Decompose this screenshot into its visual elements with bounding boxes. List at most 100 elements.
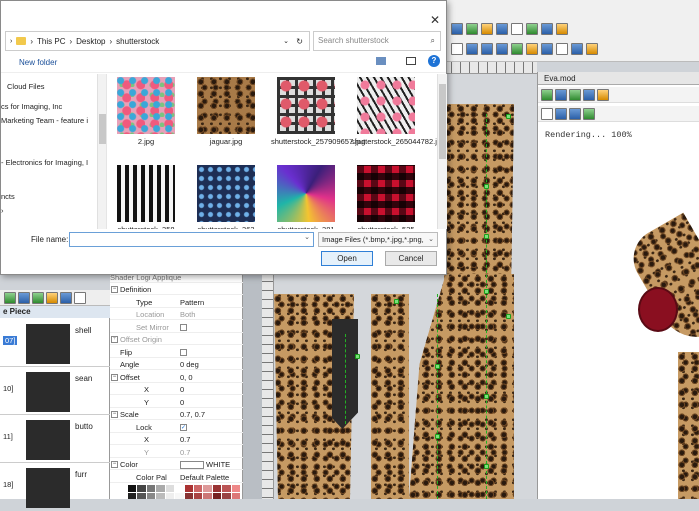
light-icon[interactable]	[597, 88, 609, 101]
copy-icon[interactable]	[74, 291, 86, 304]
refresh-icon[interactable]	[541, 88, 553, 101]
view-options-icon[interactable]	[376, 57, 386, 65]
property-row[interactable]: Y 0.7	[110, 447, 243, 458]
nav-scrollbar[interactable]	[97, 74, 106, 229]
property-row[interactable]: X0	[110, 384, 243, 395]
camera-icon[interactable]	[555, 88, 567, 101]
print-icon[interactable]	[571, 43, 583, 55]
control-point[interactable]	[355, 354, 360, 359]
control-point[interactable]	[484, 394, 489, 399]
brush-icon[interactable]	[46, 291, 58, 304]
front-view-icon[interactable]	[541, 107, 553, 120]
property-row[interactable]: Angle 0 deg	[110, 359, 243, 370]
file-item[interactable]: shutterstock_381	[271, 162, 341, 229]
property-value[interactable]: 0	[180, 397, 184, 408]
control-point[interactable]	[484, 234, 489, 239]
top-view-icon[interactable]	[583, 107, 595, 120]
expand-toggle-icon[interactable]: −	[111, 411, 118, 418]
ruler-icon[interactable]	[511, 23, 523, 35]
text-icon[interactable]	[541, 23, 553, 35]
checkbox-checked[interactable]: ✓	[180, 424, 187, 432]
side-view-icon[interactable]	[555, 107, 567, 120]
property-value[interactable]: Default Palette	[180, 472, 229, 483]
chart-icon[interactable]	[496, 43, 508, 55]
property-row[interactable]: − Scale 0.7, 0.7	[110, 409, 243, 420]
check-icon[interactable]	[32, 291, 44, 304]
property-value[interactable]: 0, 0	[180, 372, 193, 383]
file-item[interactable]: shutterstock_363	[191, 162, 261, 229]
export-icon[interactable]	[541, 43, 553, 55]
chevron-down-icon[interactable]: ⌄	[304, 233, 310, 241]
address-dropdown-icon[interactable]: ⌄	[283, 37, 289, 45]
back-view-icon[interactable]	[569, 107, 581, 120]
view-icon[interactable]	[583, 88, 595, 101]
control-point[interactable]	[435, 434, 440, 439]
nav-item[interactable]: Marketing Team - feature i	[1, 116, 88, 125]
control-point[interactable]	[394, 299, 399, 304]
move-icon[interactable]	[466, 23, 478, 35]
property-value[interactable]: Pattern	[180, 297, 204, 308]
expand-toggle-icon[interactable]: −	[111, 461, 118, 468]
chevron-down-icon[interactable]: ⌄	[428, 233, 434, 246]
property-row[interactable]: − Offset 0, 0	[110, 372, 243, 383]
control-point[interactable]	[484, 184, 489, 189]
expand-toggle-icon[interactable]: +	[111, 336, 118, 343]
page-icon[interactable]	[451, 43, 463, 55]
close-icon[interactable]: ✕	[430, 13, 440, 27]
nav-item[interactable]: - Electronics for Imaging, I	[1, 158, 88, 167]
piece-item[interactable]: 10] sean	[0, 368, 110, 415]
color-swatch[interactable]	[180, 461, 204, 470]
expand-toggle-icon[interactable]: −	[111, 373, 118, 381]
file-item[interactable]: shutterstock_358	[111, 162, 181, 229]
breadcrumb-item[interactable]: shutterstock	[116, 37, 159, 46]
property-value[interactable]: 0.7	[180, 447, 190, 458]
file-item[interactable]: shutterstock_535	[351, 162, 421, 229]
property-row[interactable]: Y0	[110, 397, 243, 408]
property-value[interactable]: 0.7, 0.7	[180, 409, 205, 420]
fill-icon[interactable]	[60, 291, 72, 304]
nav-item[interactable]: ncts	[1, 192, 15, 201]
edit-piece-icon[interactable]	[18, 291, 30, 304]
checkbox[interactable]	[180, 349, 187, 357]
property-value[interactable]: 0.7	[180, 434, 190, 445]
file-item[interactable]: 2.jpg	[111, 74, 181, 154]
property-value[interactable]: Both	[180, 309, 195, 320]
property-value[interactable]: 0 deg	[180, 359, 199, 370]
expand-arrow-icon[interactable]: ›	[1, 206, 4, 215]
image-icon[interactable]	[526, 43, 538, 55]
cancel-button[interactable]: Cancel	[385, 251, 437, 266]
control-point[interactable]	[435, 364, 440, 369]
pattern-piece-sleeve[interactable]	[371, 294, 409, 499]
file-item[interactable]: shutterstock_265044782.jpg	[351, 74, 437, 154]
file-item[interactable]: jaguar.jpg	[191, 74, 261, 154]
property-value[interactable]: 0	[180, 384, 184, 395]
file-type-select[interactable]: Image Files (*.bmp,*.jpg,*.png, ⌄	[318, 232, 438, 247]
property-row[interactable]: Location Both	[110, 309, 243, 320]
checkbox[interactable]	[180, 324, 187, 332]
chevron-down-icon[interactable]: ›	[10, 38, 12, 45]
property-value[interactable]: WHITE	[180, 459, 230, 470]
piece-item[interactable]: 07] shell	[0, 320, 110, 367]
table-icon[interactable]	[481, 43, 493, 55]
address-bar[interactable]: › › This PC › Desktop › shutterstock ⌄ ↻	[5, 31, 310, 51]
play-icon[interactable]	[569, 88, 581, 101]
nav-item[interactable]: cs for Imaging, Inc	[1, 102, 62, 111]
file-grid-scrollbar[interactable]	[437, 74, 447, 229]
control-point[interactable]	[484, 289, 489, 294]
nav-item[interactable]: Cloud Files	[7, 82, 45, 91]
property-value[interactable]	[180, 322, 187, 333]
property-value[interactable]	[180, 347, 187, 358]
add-piece-icon[interactable]	[4, 291, 16, 304]
color-palette[interactable]	[128, 485, 240, 499]
book-icon[interactable]	[556, 43, 568, 55]
breadcrumb-item[interactable]: This PC	[37, 37, 65, 46]
property-row[interactable]: Set Mirror	[110, 322, 243, 333]
piece-item[interactable]: 11] butto	[0, 416, 110, 463]
select-icon[interactable]	[451, 23, 463, 35]
property-row[interactable]: Type Pattern	[110, 297, 243, 308]
control-point[interactable]	[484, 464, 489, 469]
piece-item[interactable]: 18] furr	[0, 464, 110, 511]
control-point[interactable]	[506, 114, 511, 119]
file-item[interactable]: shutterstock_257909657.jpg	[271, 74, 365, 154]
breadcrumb-item[interactable]: Desktop	[76, 37, 105, 46]
